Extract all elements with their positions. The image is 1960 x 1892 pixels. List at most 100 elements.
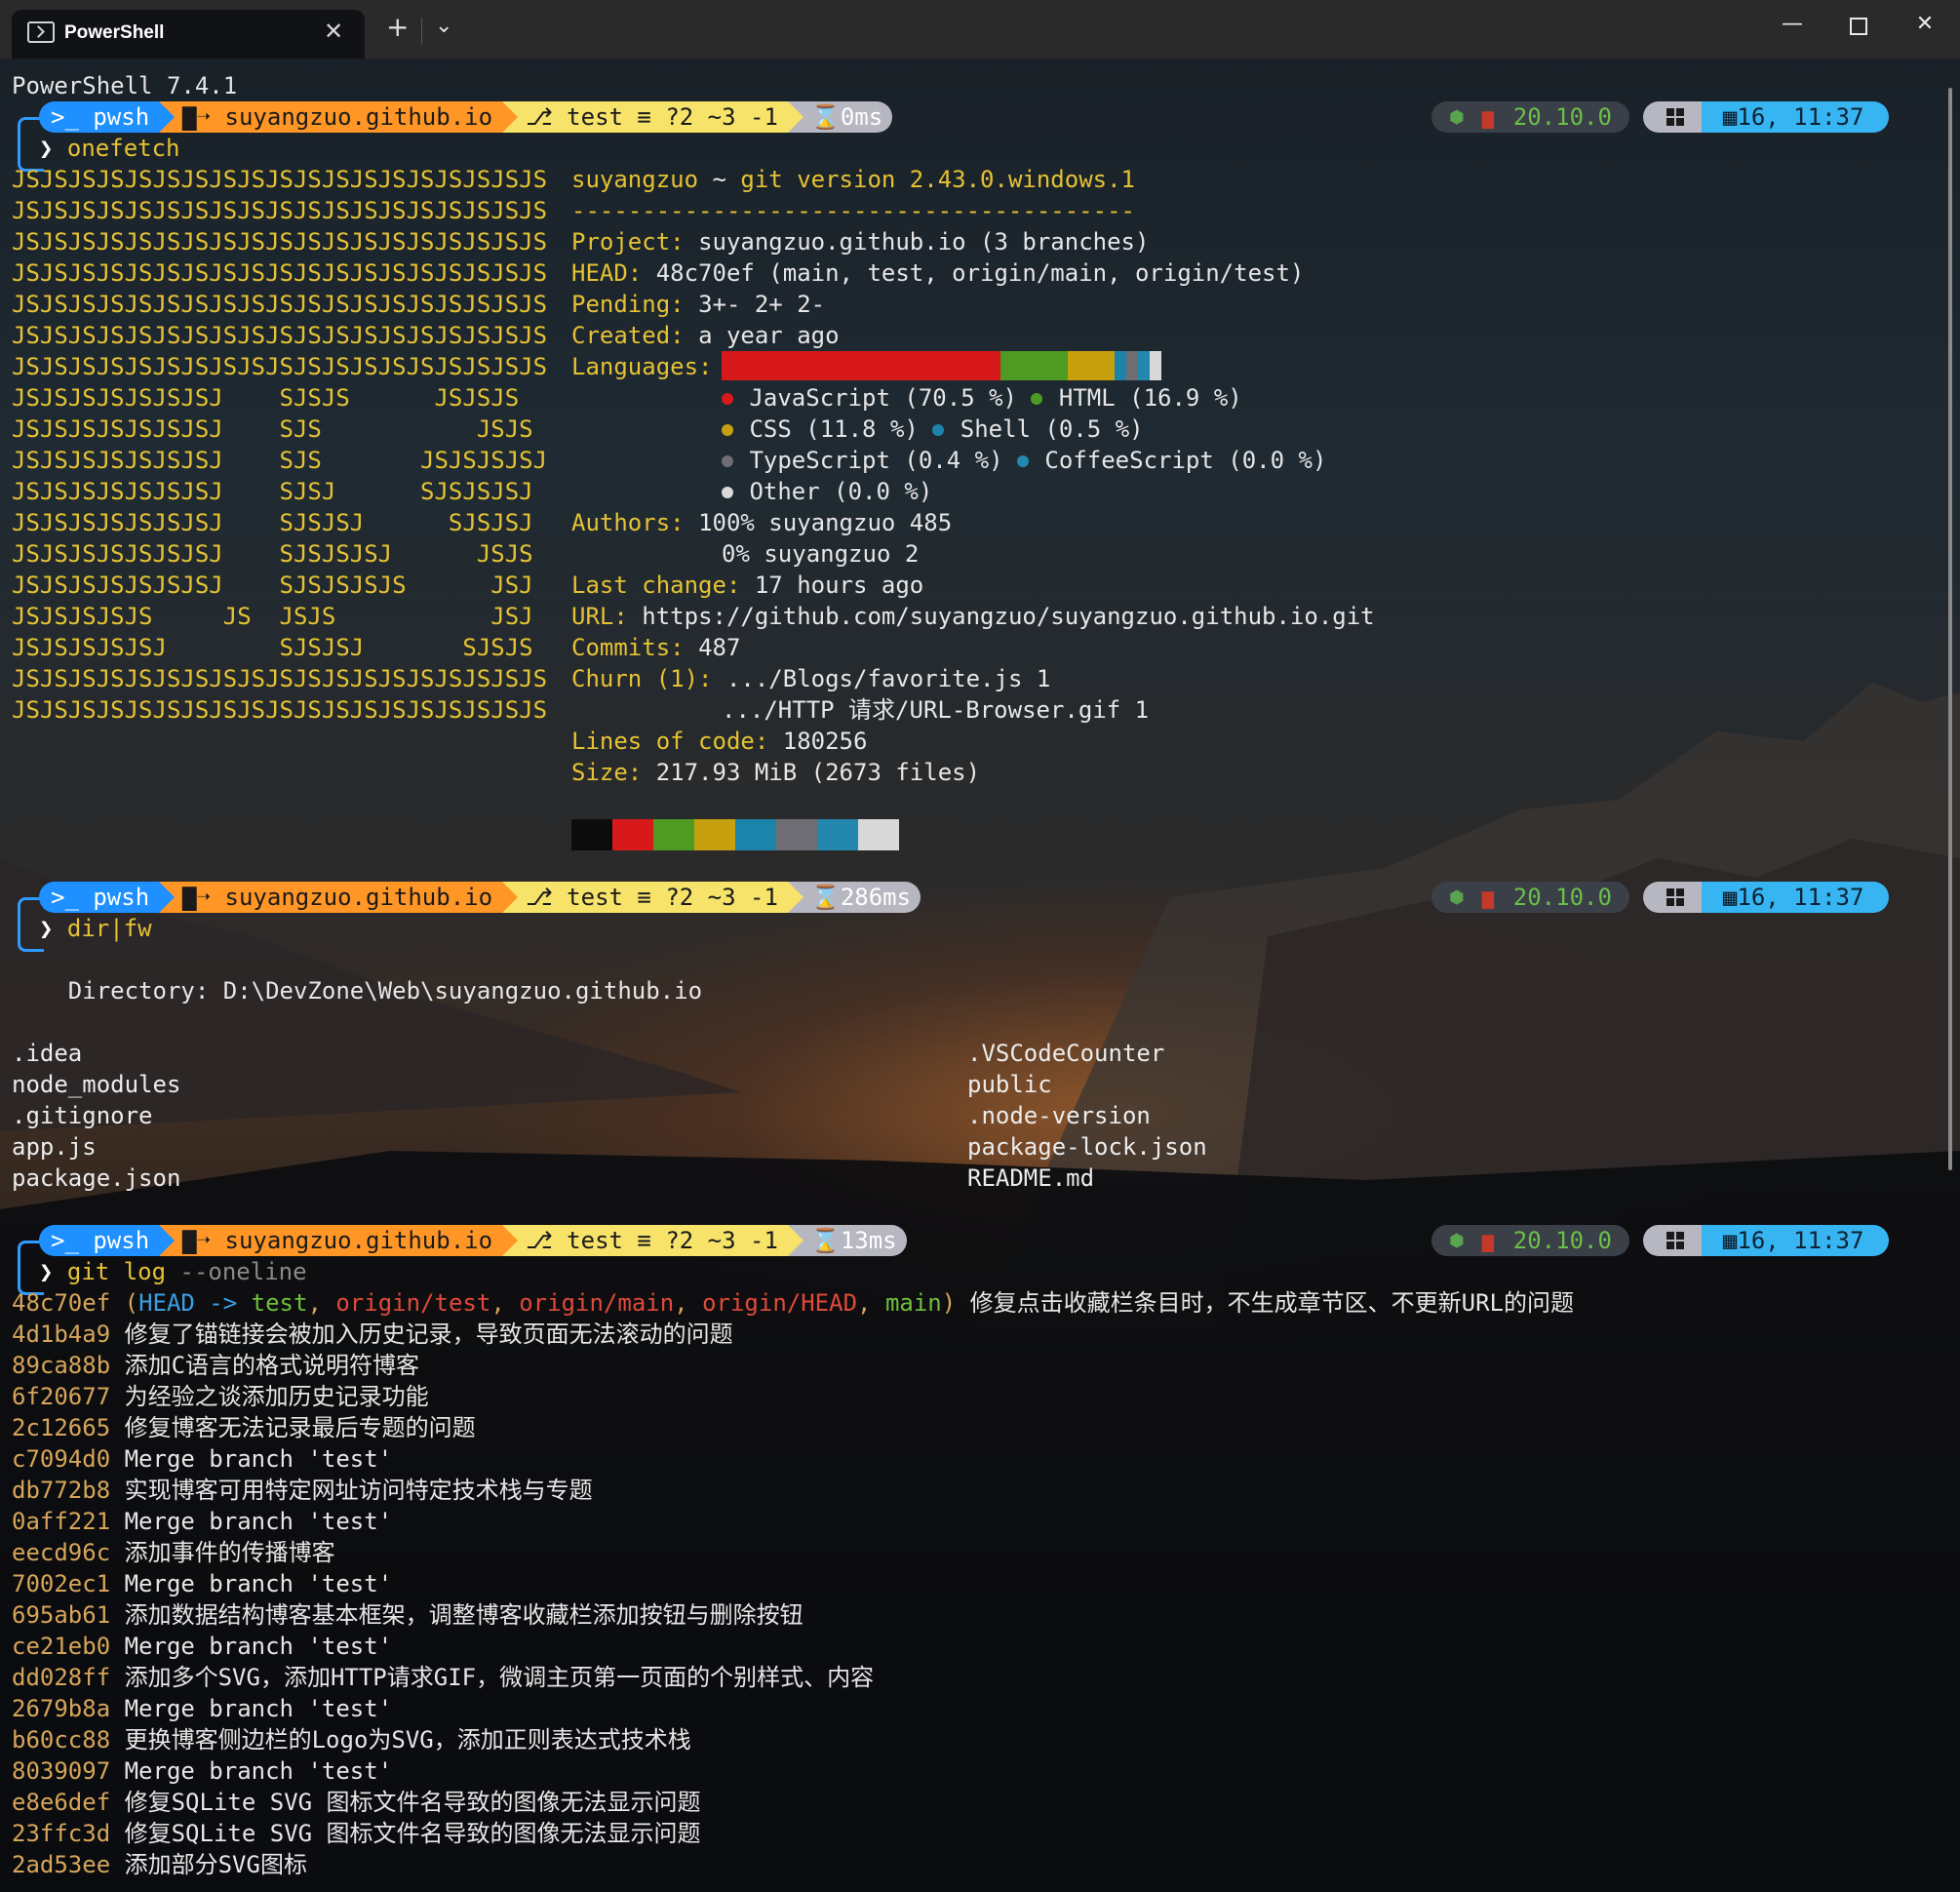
prompt-dir-segment: ▇➝ suyangzuo.github.io — [159, 882, 519, 913]
language-dot — [1031, 393, 1043, 405]
maximize-button[interactable] — [1839, 12, 1878, 41]
folder-icon: ▇➝ — [182, 884, 225, 911]
new-tab-button[interactable]: + — [386, 14, 409, 41]
node-segment: ⬢ ▆ 20.10.0 — [1431, 101, 1629, 133]
prompt-git-segment: ⎇ test ≡ ?2 ~3 -1 — [502, 882, 804, 913]
windows-icon — [1666, 108, 1684, 126]
url-row: URL: https://github.com/suyangzuo/suyang… — [571, 603, 1375, 630]
language-bar-segment — [1000, 351, 1068, 380]
palette-swatch — [817, 819, 858, 850]
minimize-button[interactable]: — — [1773, 12, 1812, 36]
right-prompt-3: ⬢ ▆ 20.10.0 ▦ 16, 11:37 — [1431, 1225, 1890, 1256]
ascii-line: JSJSJSJSJSJSJSJ SJSJ SJSJSJSJ — [12, 478, 533, 505]
date-segment: ▦ 16, 11:37 — [1701, 882, 1890, 913]
ascii-line: JSJSJSJSJSJSJSJSJSJSJSJSJSJSJSJSJSJSJS — [12, 696, 548, 724]
prompt-chevron: ❯ onefetch — [39, 135, 180, 162]
date-label: 16, 11:37 — [1737, 1227, 1864, 1254]
git-branch-icon: ⎇ — [526, 884, 568, 911]
commit-message: 添加C语言的格式说明符博客 — [110, 1352, 420, 1379]
right-prompt-1: ⬢ ▆ 20.10.0 ▦ 16, 11:37 — [1431, 101, 1890, 133]
git-log-entry: 2679b8a Merge branch 'test' — [12, 1693, 392, 1724]
authors-row-2: 0% suyangzuo 2 — [722, 540, 920, 568]
commit-hash: eecd96c — [12, 1539, 111, 1566]
dir-entry: package.json — [12, 1164, 181, 1192]
timer-icon: ⌛ — [810, 1227, 841, 1254]
language-bar-segment — [1137, 351, 1150, 380]
tab-powershell[interactable]: PowerShell ✕ — [12, 10, 365, 59]
close-tab-icon[interactable]: ✕ — [324, 18, 343, 45]
terminal-viewport[interactable]: PowerShell 7.4.1 >_ pwsh ▇➝ suyangzuo.gi… — [0, 59, 1960, 1892]
npm-icon: ▆ — [1481, 886, 1494, 909]
language-label: JavaScript (70.5 %) — [735, 384, 1032, 412]
command-args: --oneline — [166, 1258, 307, 1285]
language-bar-segment — [1125, 351, 1138, 380]
command-text: git log — [66, 1258, 167, 1285]
dir-entry: .gitignore — [12, 1102, 153, 1129]
language-bar-segment — [1149, 351, 1161, 380]
windows-icon — [1666, 1232, 1684, 1249]
color-palette — [571, 819, 899, 850]
os-segment — [1642, 882, 1702, 913]
commit-message: Merge branch 'test' — [110, 1695, 393, 1722]
calendar-icon: ▦ — [1722, 1227, 1738, 1254]
git-log-entry: 23ffc3d 修复SQLite SVG 图标文件名导致的图像无法显示问题 — [12, 1818, 701, 1849]
prompt-git-segment: ⎇ test ≡ ?2 ~3 -1 — [502, 101, 804, 133]
palette-swatch — [653, 819, 694, 850]
commit-message: Merge branch 'test' — [110, 1757, 393, 1785]
maximize-icon — [1850, 18, 1867, 35]
git-log-entry: 8039097 Merge branch 'test' — [12, 1755, 392, 1787]
commit-message: Merge branch 'test' — [110, 1633, 393, 1660]
prompt-time-segment: ⌛ 286ms — [787, 882, 921, 913]
ascii-line: JSJSJSJSJSJSJSJSJSJSJSJSJSJSJSJSJSJSJS — [12, 353, 548, 380]
ascii-line: JSJSJSJSJSJSJSJSJSJSJSJSJSJSJSJSJSJSJS — [12, 322, 548, 349]
language-label: Shell (0.5 %) — [946, 415, 1144, 443]
git-log-entry: e8e6def 修复SQLite SVG 图标文件名导致的图像无法显示问题 — [12, 1787, 701, 1818]
commit-hash: c7094d0 — [12, 1445, 111, 1473]
loc-row: Lines of code: 180256 — [571, 728, 868, 755]
commit-message: Merge branch 'test' — [110, 1570, 393, 1597]
commit-hash: db772b8 — [12, 1477, 111, 1504]
authors-row: Authors: 100% suyangzuo 485 — [571, 509, 953, 536]
shell-label: >_ pwsh — [51, 103, 150, 131]
os-segment — [1642, 101, 1702, 133]
commit-hash: 0aff221 — [12, 1508, 111, 1535]
npm-icon: ▆ — [1481, 105, 1494, 129]
prompt-dir-segment: ▇➝ suyangzuo.github.io — [159, 101, 519, 133]
branch-label: test — [567, 884, 623, 911]
command-text: onefetch — [66, 135, 180, 162]
prompt-git-segment: ⎇ test ≡ ?2 ~3 -1 — [502, 1225, 804, 1256]
prompt-1: >_ pwsh ▇➝ suyangzuo.github.io ⎇ test ≡ … — [39, 101, 893, 133]
commit-message: 添加数据结构博客基本框架，调整博客收藏栏添加按钮与删除按钮 — [110, 1601, 804, 1629]
commit-hash: 8039097 — [12, 1757, 111, 1785]
commit-message: 实现博客可用特定网址访问特定技术栈与专题 — [110, 1477, 593, 1504]
commit-hash: 695ab61 — [12, 1601, 111, 1629]
scrollbar[interactable] — [1948, 88, 1952, 1170]
last-change-row: Last change: 17 hours ago — [571, 572, 924, 599]
commit-message: 修复SQLite SVG 图标文件名导致的图像无法显示问题 — [110, 1789, 701, 1816]
language-bar-segment — [722, 351, 1001, 380]
commit-hash: 2c12665 — [12, 1414, 111, 1441]
close-window-button[interactable]: ✕ — [1905, 12, 1944, 36]
project-row: Project: suyangzuo.github.io (3 branches… — [571, 228, 1150, 256]
language-bar-segment — [1114, 351, 1126, 380]
tab-title: PowerShell — [64, 22, 165, 43]
commit-hash: dd028ff — [12, 1664, 111, 1691]
git-log-entry: 2ad53ee 添加部分SVG图标 — [12, 1849, 307, 1880]
dir-entry: .VSCodeCounter — [967, 1040, 1165, 1067]
languages-bar — [722, 351, 1161, 380]
timer-icon: ⌛ — [810, 884, 841, 911]
onefetch-title: suyangzuo ~ git version 2.43.0.windows.1 — [571, 166, 1135, 193]
prompt-shell-segment: >_ pwsh — [39, 101, 176, 133]
palette-swatch — [612, 819, 653, 850]
branch-label: test — [567, 103, 623, 131]
commit-hash: 23ffc3d — [12, 1820, 111, 1847]
tab-dropdown-button[interactable]: ⌄ — [435, 16, 452, 37]
languages-row: Languages: — [571, 353, 713, 380]
commit-message: 添加部分SVG图标 — [110, 1851, 307, 1878]
node-icon: ⬢ — [1449, 106, 1465, 128]
commit-hash: 7002ec1 — [12, 1570, 111, 1597]
size-row: Size: 217.93 MiB (2673 files) — [571, 759, 981, 786]
ascii-line: JSJSJSJSJSJ SJSJSJ SJSJS — [12, 634, 533, 661]
git-log-entry: 4d1b4a9 修复了锚链接会被加入历史记录，导致页面无法滚动的问题 — [12, 1319, 733, 1350]
node-segment: ⬢ ▆ 20.10.0 — [1431, 1225, 1629, 1256]
